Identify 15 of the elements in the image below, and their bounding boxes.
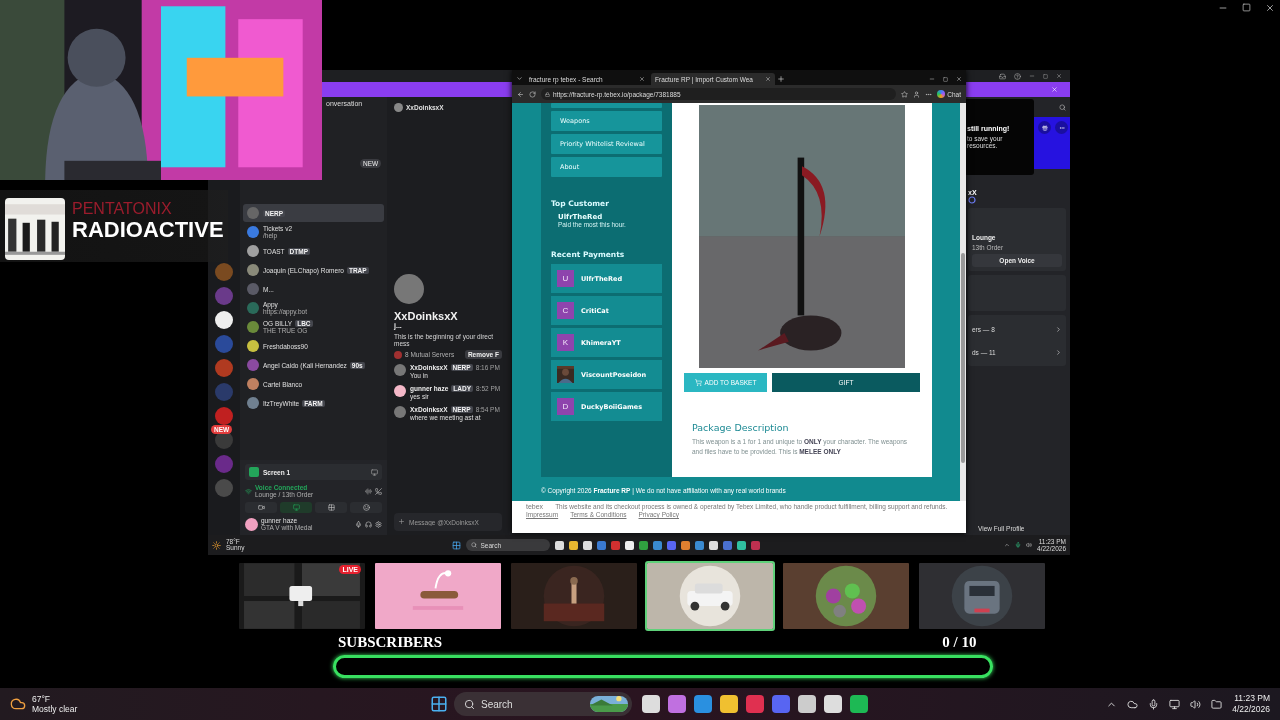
clock-date: 4/22/2026 <box>1232 704 1270 716</box>
subscribers-label: SUBSCRIBERS <box>338 634 443 651</box>
initial-avatar: K <box>557 334 574 351</box>
song-title: RADIOACTIVE <box>72 217 223 242</box>
clock-time: 11:23 PM <box>1234 692 1270 704</box>
temperature: 67°F <box>32 694 52 704</box>
display-name: XxDoinksxX <box>394 310 459 322</box>
weather-text: Mostly clear <box>32 704 78 714</box>
artist-name: PENTATONIX <box>72 200 173 218</box>
subscriber-count: 0 / 10 <box>942 634 977 651</box>
initial-avatar: D <box>557 398 574 415</box>
description-heading: Package Description <box>692 422 789 433</box>
search-field[interactable]: Search <box>454 692 632 716</box>
initial-avatar: C <box>557 302 574 319</box>
initial-avatar: U <box>557 270 574 287</box>
